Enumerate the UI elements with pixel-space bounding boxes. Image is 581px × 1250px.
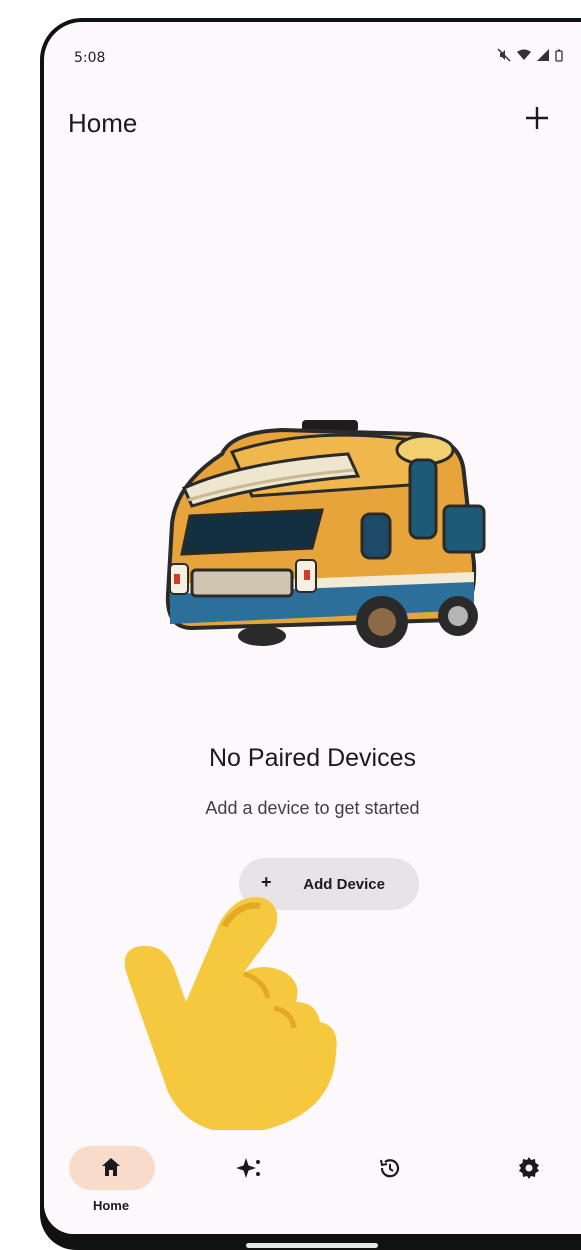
nav-item-history[interactable] [344, 1146, 434, 1216]
status-time: 5:08 [74, 50, 106, 66]
nav-item-home[interactable]: Home [66, 1146, 156, 1216]
empty-state-subtitle: Add a device to get started [205, 798, 420, 818]
status-icons [497, 48, 563, 64]
gear-icon [484, 1156, 574, 1187]
pointing-hand-icon [124, 897, 337, 1133]
sparkle-icon [204, 1156, 294, 1187]
page-title: Home [68, 108, 138, 138]
nav-label-home: Home [92, 1198, 130, 1213]
status-bar: 5:08 [44, 22, 581, 80]
campervan-illustration [165, 420, 486, 648]
bottom-navigation: Home [44, 1130, 581, 1234]
signal-icon [537, 49, 549, 63]
nav-item-suggestions[interactable] [204, 1146, 294, 1216]
mute-icon [497, 48, 511, 64]
empty-state-title: No Paired Devices [208, 744, 417, 772]
gesture-bar[interactable] [246, 1243, 378, 1248]
add-device-action-button[interactable] [521, 102, 553, 134]
phone-frame: 5:08 Home No Paired Devices Add a device… [40, 18, 581, 1250]
nav-item-settings[interactable] [484, 1146, 574, 1216]
home-icon [66, 1156, 156, 1185]
battery-icon [555, 49, 563, 64]
wifi-icon [517, 49, 531, 63]
plus-icon [526, 107, 548, 129]
app-screen: 5:08 Home No Paired Devices Add a device… [44, 22, 581, 1234]
history-icon [344, 1156, 434, 1187]
